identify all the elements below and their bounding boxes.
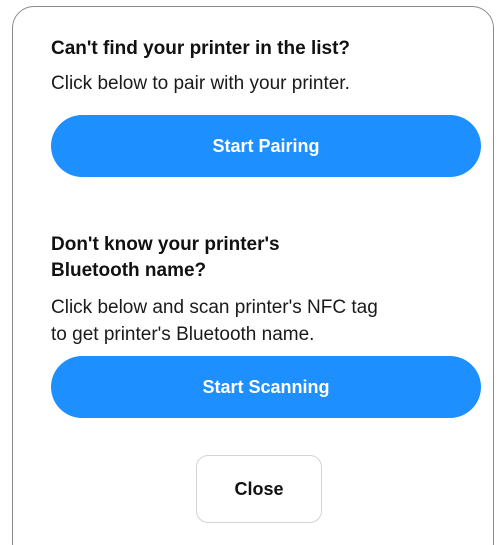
pairing-description: Click below to pair with your printer. [51, 73, 350, 94]
scanning-heading-line1: Don't know your printer's [51, 234, 280, 255]
close-button[interactable]: Close [196, 455, 322, 523]
pairing-heading: Can't find your printer in the list? [51, 38, 351, 59]
start-scanning-button[interactable]: Start Scanning [51, 356, 481, 418]
scanning-description-line2: to get printer's Bluetooth name. [51, 324, 315, 345]
start-pairing-button[interactable]: Start Pairing [51, 115, 481, 177]
scanning-heading-line2: Bluetooth name? [51, 260, 207, 281]
scanning-description-line1: Click below and scan printer's NFC tag [51, 297, 378, 318]
